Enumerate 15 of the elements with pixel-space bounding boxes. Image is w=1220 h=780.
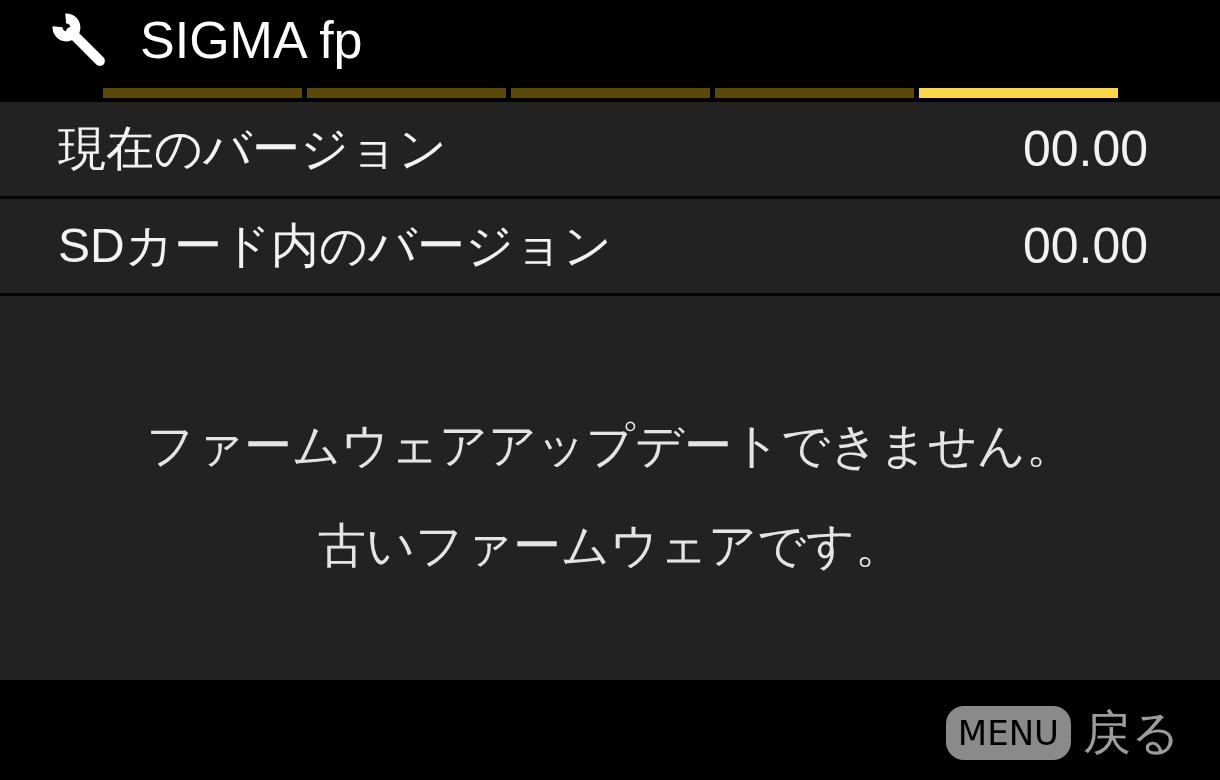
row-label: 現在のバージョン <box>58 121 447 177</box>
page-tab[interactable] <box>511 88 710 98</box>
row-label: SDカード内のバージョン <box>58 218 612 274</box>
page-tab[interactable] <box>919 88 1118 98</box>
page-tab[interactable] <box>307 88 506 98</box>
row-value: 00.00 <box>1022 217 1148 276</box>
page-tab[interactable] <box>103 88 302 98</box>
wrench-icon <box>52 13 106 67</box>
page-tab[interactable] <box>715 88 914 98</box>
screen-title: SIGMA fp <box>140 10 363 70</box>
message-line: 古いファームウェアです。 <box>317 518 903 574</box>
message-line: ファームウェアアップデートできません。 <box>146 418 1074 474</box>
back-label: 戻る <box>1083 705 1180 761</box>
row-value: 00.00 <box>1022 120 1148 179</box>
menu-key-hint: MENU <box>945 706 1071 760</box>
